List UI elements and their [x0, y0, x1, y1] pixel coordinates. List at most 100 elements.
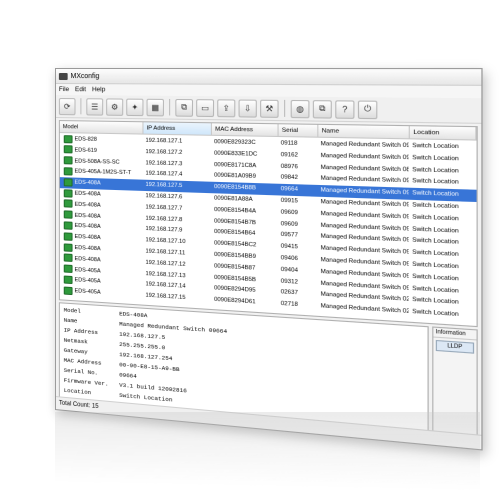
- cell-text: Managed Redundant Switch 09842: [320, 175, 409, 186]
- cell-text: 192.168.127.7: [145, 204, 183, 212]
- switch-device-icon: [63, 177, 73, 187]
- table-button[interactable]: ▦: [146, 98, 164, 116]
- cell-text: 192.168.127.5: [145, 181, 183, 190]
- cell-serial: 09915: [281, 196, 317, 208]
- column-header-model[interactable]: Model: [59, 121, 144, 135]
- exit-icon: ⏻: [363, 103, 372, 114]
- column-header-serial[interactable]: Serial: [278, 124, 319, 138]
- cell-text: EDS-408A: [74, 234, 101, 242]
- cell-text: Managed Redundant Switch 09664: [320, 187, 409, 198]
- switch-device-icon: [63, 286, 73, 295]
- network-icon: ⧉: [181, 102, 188, 112]
- cell-text: 08976: [280, 163, 298, 171]
- list-button[interactable]: ☰: [86, 97, 104, 116]
- switch-device-icon: [63, 221, 73, 230]
- cell-text: EDS-508A-SS-SC: [74, 158, 120, 166]
- cell-text: Switch Location: [412, 297, 459, 307]
- network-button[interactable]: ⧉: [312, 99, 332, 119]
- column-header-location[interactable]: Location: [409, 126, 477, 141]
- download-button[interactable]: ⇩: [238, 98, 257, 118]
- switch-device-icon: [63, 264, 73, 274]
- switch-device-icon: [63, 156, 73, 165]
- upload-icon: ⇪: [222, 103, 230, 113]
- cell-text: 0090E8154B87: [214, 263, 256, 272]
- refresh-button[interactable]: ⟳: [58, 97, 76, 115]
- cell-text: Managed Redundant Switch 02718: [320, 303, 409, 317]
- app-icon: [58, 72, 68, 80]
- switch-device-icon: [63, 275, 73, 284]
- download-icon: ⇩: [244, 103, 252, 113]
- switch-device-icon: [63, 134, 73, 143]
- cell-text: Managed Redundant Switch 08976: [320, 164, 409, 174]
- cell-text: EDS-408A: [74, 201, 101, 209]
- cell-text: 192.168.127.12: [145, 259, 186, 268]
- switch-device-icon: [63, 232, 73, 241]
- switch-device-icon: [63, 242, 73, 252]
- cell-text: 192.168.127.15: [145, 292, 186, 302]
- help-icon: ?: [342, 104, 348, 114]
- lldp-button[interactable]: LLDP: [435, 339, 475, 354]
- cell-text: 192.168.127.9: [145, 226, 183, 235]
- menu-help[interactable]: Help: [92, 86, 105, 93]
- cell-text: 0090E8171C8A: [214, 161, 257, 169]
- cell-text: 0090E8154B7B: [214, 217, 256, 226]
- cell-text: 09162: [280, 151, 298, 159]
- cell-text: 0090E833E1DC: [214, 150, 258, 158]
- cell-text: 09577: [280, 232, 298, 240]
- cell-text: 192.168.127.14: [145, 281, 186, 291]
- cell-text: Managed Redundant Switch 09162: [320, 152, 409, 162]
- cell-text: 192.168.127.4: [145, 170, 183, 179]
- cell-text: Switch Location: [412, 273, 459, 283]
- network-button[interactable]: ⧉: [175, 98, 194, 117]
- cell-text: Switch Location: [412, 154, 459, 163]
- gear-icon: ⚙: [111, 102, 119, 112]
- switch-device-icon: [63, 253, 73, 263]
- list-icon: ☰: [91, 101, 99, 112]
- cell-mac-address: 0090E829323C: [214, 137, 277, 149]
- menu-file[interactable]: File: [59, 86, 69, 93]
- menu-edit[interactable]: Edit: [75, 86, 86, 93]
- cell-text: 0090E8154B5B: [214, 274, 256, 283]
- globe-button[interactable]: ◍: [290, 99, 310, 118]
- toolbar: ⟳ ☰ ⚙ ✦ ▦ ⧉ ▭ ⇪ ⇩ ⚒ ◍ ⧉? ⏻: [55, 95, 482, 124]
- cell-serial: 09664: [281, 184, 317, 196]
- monitor-button[interactable]: ▭: [196, 98, 215, 117]
- cell-text: EDS-405A: [74, 288, 101, 297]
- gear-button[interactable]: ⚙: [106, 97, 124, 116]
- cell-text: 0090E81A88A: [214, 195, 253, 204]
- wrench-button[interactable]: ⚒: [260, 99, 279, 118]
- cell-serial: 09118: [281, 138, 317, 150]
- column-header-mac-address[interactable]: MAC Address: [211, 123, 279, 138]
- cell-text: EDS-408A: [74, 255, 101, 264]
- cell-text: 0090E8154BC2: [214, 240, 257, 249]
- information-title: Information: [433, 327, 477, 341]
- cell-text: Switch Location: [412, 190, 459, 199]
- device-list[interactable]: Model IP Address MAC Address Serial Name Loca…: [58, 120, 478, 328]
- help-button[interactable]: ?: [335, 99, 355, 119]
- column-header-ip-address[interactable]: IP Address: [143, 122, 212, 136]
- cell-serial: 02718: [281, 299, 317, 312]
- cell-text: 09609: [280, 209, 298, 217]
- cell-text: Switch Location: [412, 249, 459, 259]
- cell-text: 192.168.127.11: [145, 248, 186, 257]
- toolbar-separator: [80, 98, 82, 115]
- cell-text: 192.168.127.10: [145, 237, 186, 246]
- cell-text: 0090E8154B4A: [214, 206, 256, 215]
- cell-text: EDS-405A: [74, 266, 101, 275]
- cell-text: Switch Location: [412, 225, 459, 235]
- upload-button[interactable]: ⇪: [217, 98, 236, 117]
- switch-device-icon: [63, 188, 73, 198]
- cell-text: Switch Location: [412, 142, 459, 151]
- cell-text: 0090E8154B8B: [214, 184, 256, 192]
- cell-text: Switch Location: [412, 261, 459, 271]
- refresh-icon: ⟳: [63, 101, 71, 111]
- column-header-name[interactable]: Name: [318, 124, 410, 140]
- cell-text: 09415: [280, 243, 298, 251]
- toolbar-separator: [284, 99, 286, 117]
- cell-text: Managed Redundant Switch 09609: [320, 210, 409, 221]
- cell-text: EDS-619: [74, 147, 97, 154]
- cell-text: 192.168.127.8: [145, 215, 183, 223]
- star-button[interactable]: ✦: [126, 98, 144, 116]
- cell-text: 0090E8294D95: [214, 285, 256, 295]
- exit-button[interactable]: ⏻: [357, 99, 378, 119]
